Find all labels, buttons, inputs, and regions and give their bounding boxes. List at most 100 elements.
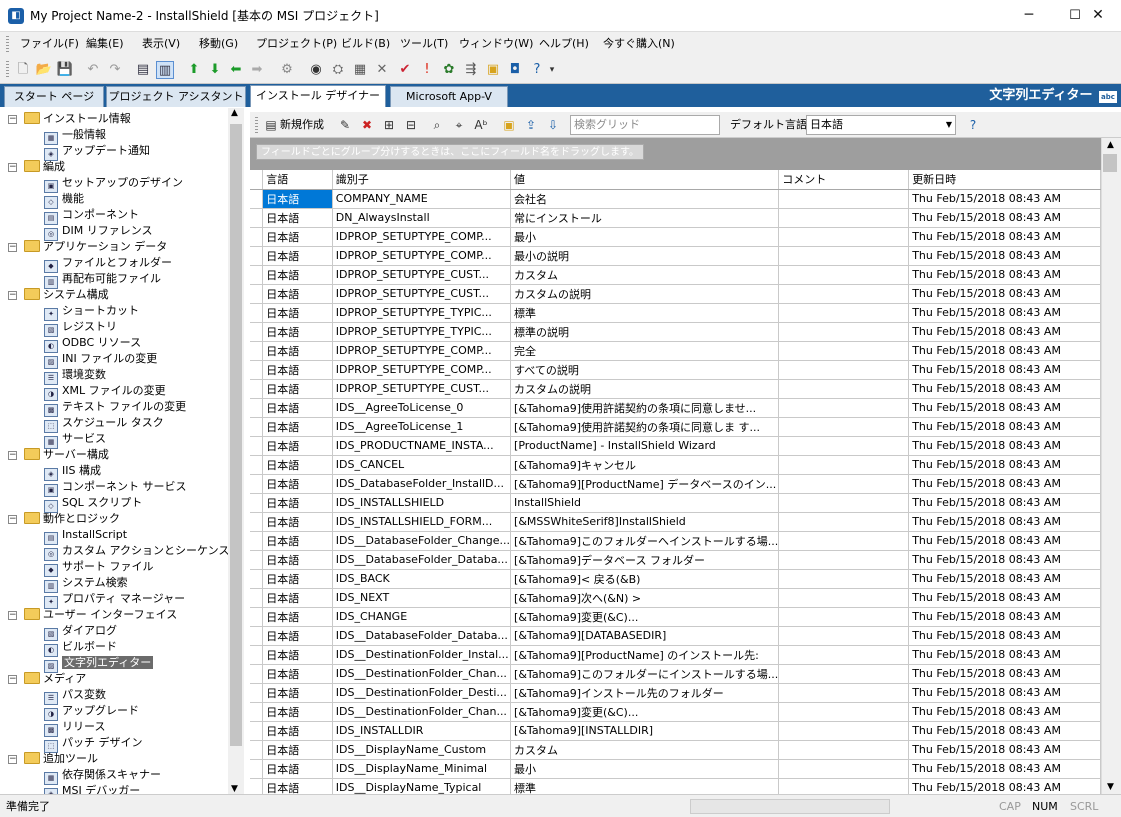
tree-item[interactable]: ▨ 文字列エディター	[44, 655, 154, 673]
cell-comment[interactable]	[778, 759, 910, 779]
cell-value[interactable]: 標準の説明	[510, 322, 780, 342]
cell-modified[interactable]: Thu Feb/15/2018 08:43 AM	[908, 607, 1101, 627]
row-header[interactable]	[250, 360, 264, 380]
table-row[interactable]: 日本語 IDS_CANCEL [&Tahoma9]キャンセル Thu Feb/15/2…	[250, 455, 1101, 475]
table-row[interactable]: 日本語 IDS_BACK [&Tahoma9]< 戻る(&B) Thu Feb/15/…	[250, 569, 1101, 589]
cell-comment[interactable]	[778, 189, 910, 209]
cell-comment[interactable]	[778, 265, 910, 285]
cell-comment[interactable]	[778, 341, 910, 361]
cell-identifier[interactable]: IDPROP_SETUPTYPE_TYPIC...	[332, 322, 512, 342]
cell-identifier[interactable]: COMPANY_NAME	[332, 189, 512, 209]
cell-value[interactable]: 完全	[510, 341, 780, 361]
cell-language[interactable]: 日本語	[262, 379, 333, 399]
cell-comment[interactable]	[778, 645, 910, 665]
cell-comment[interactable]	[778, 531, 910, 551]
cell-modified[interactable]: Thu Feb/15/2018 08:43 AM	[908, 379, 1101, 399]
cell-language[interactable]: 日本語	[262, 322, 333, 342]
collapse-toggle-icon[interactable]: −	[8, 611, 17, 620]
table-row[interactable]: 日本語 IDS_INSTALLSHIELD InstallShield Thu Feb…	[250, 493, 1101, 513]
collapse-toggle-icon[interactable]: −	[8, 675, 17, 684]
cell-comment[interactable]	[778, 284, 910, 304]
cell-value[interactable]: [ProductName] - InstallShield Wizard	[510, 436, 780, 456]
table-row[interactable]: 日本語 DN_AlwaysInstall 常にインストール Thu Feb/15/20…	[250, 208, 1101, 228]
tree-item[interactable]: ▤ コンポーネント	[44, 207, 139, 225]
group-by-area[interactable]: フィールドごとにグループ分けするときは、ここにフィールド名をドラッグします。	[250, 138, 1101, 170]
cell-modified[interactable]: Thu Feb/15/2018 08:43 AM	[908, 417, 1101, 437]
cell-comment[interactable]	[778, 417, 910, 437]
cell-comment[interactable]	[778, 360, 910, 380]
scroll-up-arrow-icon[interactable]: ▲	[231, 108, 238, 118]
menu-grip[interactable]	[6, 36, 9, 52]
scroll-down-arrow-icon[interactable]: ▼	[1107, 782, 1114, 792]
table-row[interactable]: 日本語 IDS__DisplayName_Custom カスタム Thu Feb/15…	[250, 740, 1101, 760]
minimize-button[interactable]: ─	[1006, 0, 1052, 31]
menu-tools[interactable]: ツール(T)	[400, 32, 448, 56]
cell-language[interactable]: 日本語	[262, 740, 333, 760]
cell-value[interactable]: カスタムの説明	[510, 379, 780, 399]
row-header[interactable]	[250, 455, 264, 475]
tree-item[interactable]: ◐ ビルボード	[44, 639, 117, 657]
cell-identifier[interactable]: IDS__DestinationFolder_Chan...	[332, 702, 512, 722]
table-row[interactable]: 日本語 IDPROP_SETUPTYPE_COMP... 最小の説明 Thu Feb/…	[250, 246, 1101, 266]
table-row[interactable]: 日本語 IDS_INSTALLDIR [&Tahoma9][INSTALLDIR] T…	[250, 721, 1101, 741]
cell-modified[interactable]: Thu Feb/15/2018 08:43 AM	[908, 246, 1101, 266]
cell-identifier[interactable]: IDS_NEXT	[332, 588, 512, 608]
cell-value[interactable]: カスタムの説明	[510, 284, 780, 304]
tree-item[interactable]: ⬚ パッチ デザイン	[44, 735, 143, 753]
table-row[interactable]: 日本語 IDS__DisplayName_Typical 標準 Thu Feb/15/…	[250, 778, 1101, 794]
undo-icon[interactable]: ↶	[84, 61, 102, 79]
cell-value[interactable]: 最小	[510, 227, 780, 247]
row-header[interactable]	[250, 265, 264, 285]
cell-identifier[interactable]: IDS_INSTALLSHIELD	[332, 493, 512, 513]
view-pane-icon[interactable]: ▤	[134, 61, 152, 79]
cell-language[interactable]: 日本語	[262, 569, 333, 589]
tree-item[interactable]: ▦ サービス	[44, 431, 106, 449]
cell-comment[interactable]	[778, 588, 910, 608]
redo-icon[interactable]: ↷	[106, 61, 124, 79]
tree-group[interactable]: − サーバー構成	[8, 447, 109, 463]
table-row[interactable]: 日本語 COMPANY_NAME 会社名 Thu Feb/15/2018 08:43 …	[250, 189, 1101, 209]
cell-modified[interactable]: Thu Feb/15/2018 08:43 AM	[908, 493, 1101, 513]
collapse-toggle-icon[interactable]: −	[8, 243, 17, 252]
row-header[interactable]	[250, 284, 264, 304]
row-header[interactable]	[250, 512, 264, 532]
tree-item[interactable]: ✦ ショートカット	[44, 303, 139, 321]
collapse-toggle-icon[interactable]: −	[8, 451, 17, 460]
row-header[interactable]	[250, 208, 264, 228]
tree-item[interactable]: ▩ リリース	[44, 719, 105, 737]
cell-comment[interactable]	[778, 379, 910, 399]
cell-modified[interactable]: Thu Feb/15/2018 08:43 AM	[908, 569, 1101, 589]
arrow-down-icon[interactable]: ⬇	[206, 61, 224, 79]
error-icon[interactable]: !	[418, 61, 436, 79]
cell-identifier[interactable]: IDS__DisplayName_Minimal	[332, 759, 512, 779]
cell-identifier[interactable]: IDS__DestinationFolder_Instal...	[332, 645, 512, 665]
tree-item[interactable]: ▤ InstallScript	[44, 527, 127, 545]
scroll-down-arrow-icon[interactable]: ▼	[231, 784, 238, 794]
cell-value[interactable]: [&Tahoma9][INSTALLDIR]	[510, 721, 780, 741]
cell-identifier[interactable]: IDS_INSTALLSHIELD_FORM...	[332, 512, 512, 532]
tree-group[interactable]: − 追加ツール	[8, 751, 98, 767]
cell-value[interactable]: [&Tahoma9]変更(&C)...	[510, 702, 780, 722]
menu-project[interactable]: プロジェクト(P)	[256, 32, 337, 56]
cell-language[interactable]: 日本語	[262, 303, 333, 323]
menu-window[interactable]: ウィンドウ(W)	[459, 32, 533, 56]
table-row[interactable]: 日本語 IDPROP_SETUPTYPE_CUST... カスタム Thu Feb/1…	[250, 265, 1101, 285]
grid-scrollbar[interactable]: ▲ ▼	[1101, 138, 1121, 794]
cell-comment[interactable]	[778, 227, 910, 247]
row-header[interactable]	[250, 379, 264, 399]
cell-value[interactable]: [&Tahoma9]次へ(&N) >	[510, 588, 780, 608]
cell-modified[interactable]: Thu Feb/15/2018 08:43 AM	[908, 683, 1101, 703]
row-header[interactable]	[250, 531, 264, 551]
default-language-select[interactable]: 日本語 ▼	[806, 115, 956, 135]
cell-modified[interactable]: Thu Feb/15/2018 08:43 AM	[908, 189, 1101, 209]
row-header[interactable]	[250, 474, 264, 494]
tab-installation-designer[interactable]: インストール デザイナー	[250, 85, 386, 107]
cell-value[interactable]: [&Tahoma9]このフォルダーにインストールする場...	[510, 664, 780, 684]
menu-build[interactable]: ビルド(B)	[341, 32, 390, 56]
validate-icon[interactable]: ✔	[396, 61, 414, 79]
cell-language[interactable]: 日本語	[262, 227, 333, 247]
tree-group[interactable]: − システム構成	[8, 287, 109, 303]
cell-modified[interactable]: Thu Feb/15/2018 08:43 AM	[908, 398, 1101, 418]
tree-item[interactable]: ◇ 機能	[44, 191, 84, 209]
cell-value[interactable]: [&Tahoma9]インストール先のフォルダー	[510, 683, 780, 703]
